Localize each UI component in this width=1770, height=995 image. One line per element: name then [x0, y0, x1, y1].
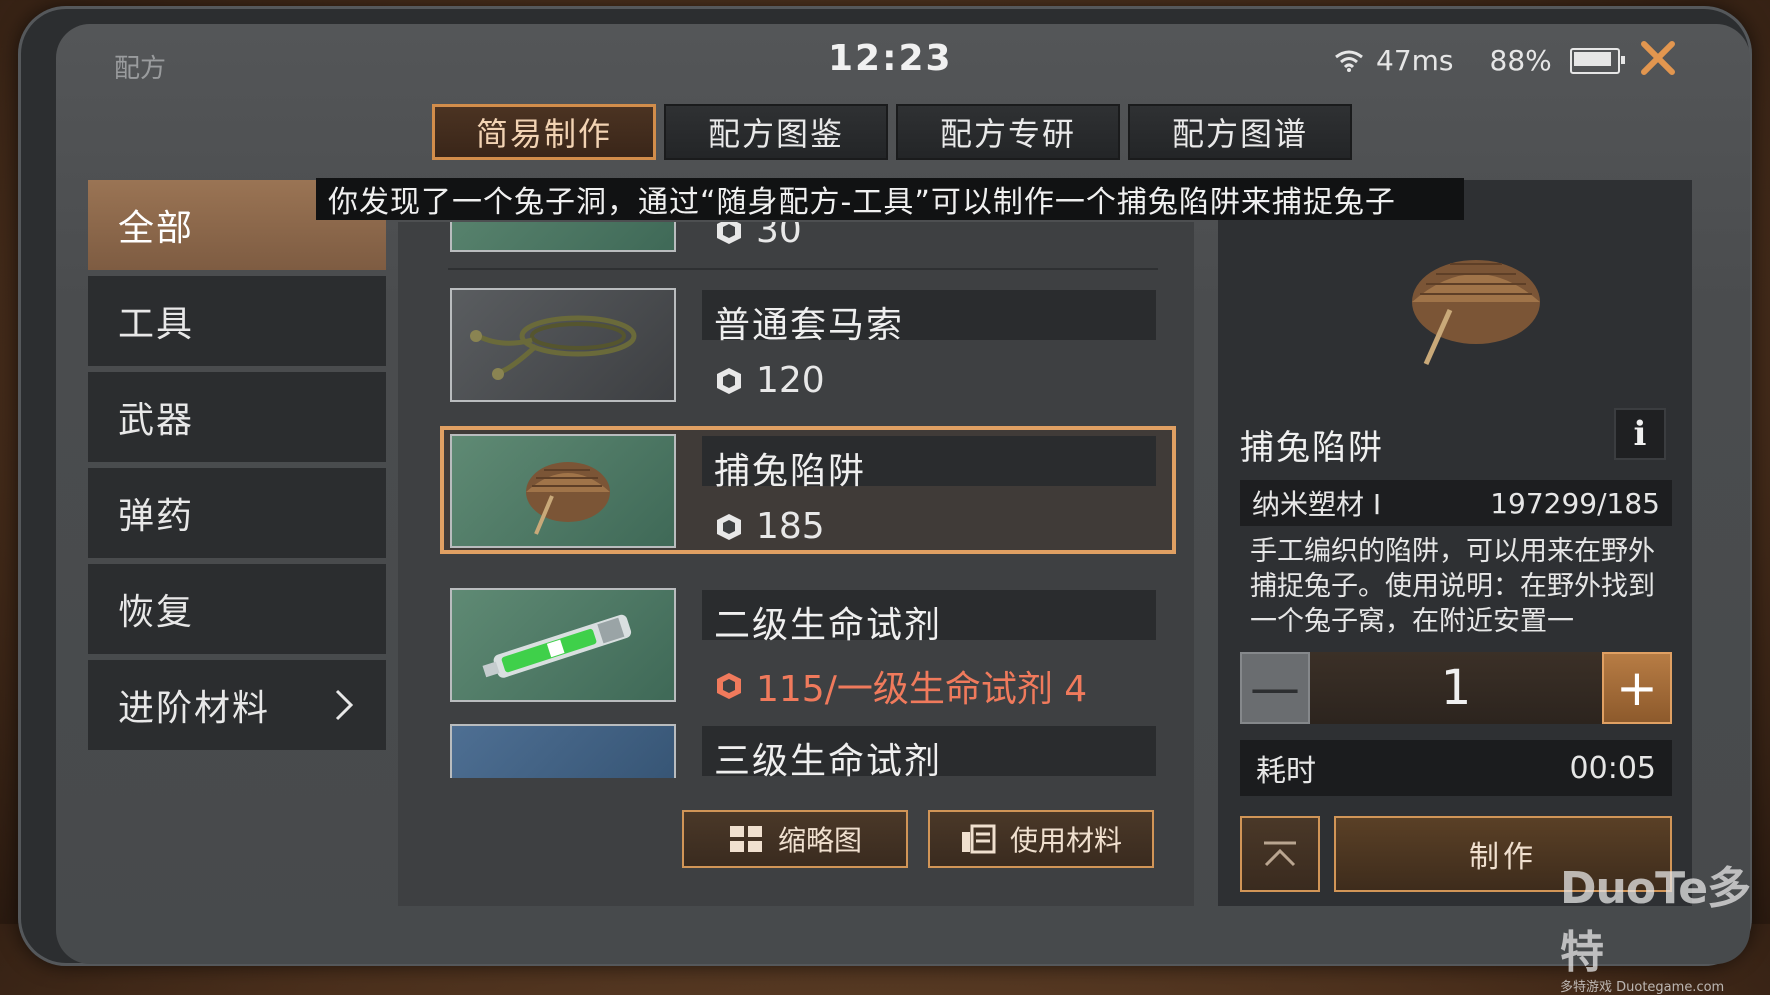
status-bar: 47ms 88% — [1334, 44, 1625, 77]
category-weapons[interactable]: 武器 — [88, 372, 386, 462]
item-cost-value: 115/一级生命试剂 4 — [756, 669, 1088, 710]
category-label: 全部 — [118, 208, 195, 249]
battery-text: 88% — [1489, 44, 1552, 77]
category-label: 进阶材料 — [118, 688, 271, 729]
battery-icon — [1569, 47, 1625, 74]
time-value: 00:05 — [1569, 750, 1656, 786]
life-serum-icon — [482, 614, 632, 678]
chevron-right-icon — [335, 689, 354, 721]
rabbit-trap-preview-icon — [1380, 240, 1560, 370]
list-item[interactable]: 30 — [440, 222, 1180, 258]
item-thumbnail — [450, 588, 676, 702]
item-thumbnail — [450, 288, 676, 402]
wifi-icon — [1334, 49, 1364, 73]
cube-currency-icon — [717, 673, 741, 699]
watermark-brand: DuoTe多特 — [1560, 863, 1751, 978]
increase-button[interactable]: + — [1602, 652, 1672, 724]
list-item[interactable]: 三级生命试剂 — [440, 716, 1180, 778]
divider — [448, 268, 1158, 270]
materials-list-icon — [961, 824, 996, 854]
info-icon[interactable]: i — [1614, 408, 1666, 460]
item-cost: 185 — [714, 506, 825, 547]
cube-currency-icon — [717, 367, 741, 394]
collapse-button[interactable] — [1240, 816, 1320, 892]
use-materials-label: 使用材料 — [1009, 824, 1122, 857]
item-cost: 115/一级生命试剂 4 — [714, 660, 1087, 712]
material-name: 纳米塑材 I — [1252, 488, 1382, 521]
list-item-selected[interactable]: 捕兔陷阱 185 — [440, 426, 1180, 554]
list-item[interactable]: 普通套马索 120 — [440, 280, 1180, 408]
detail-item-name: 捕兔陷阱 — [1240, 428, 1384, 468]
list-item[interactable]: 二级生命试剂 115/一级生命试剂 4 — [440, 580, 1180, 710]
lasso-icon — [470, 315, 637, 380]
item-cost-value: 185 — [756, 506, 825, 547]
tab-recipe-research[interactable]: 配方专研 — [896, 104, 1120, 160]
item-name: 三级生命试剂 — [714, 741, 943, 778]
clock: 12:23 — [828, 38, 953, 79]
category-label: 武器 — [118, 400, 195, 441]
cube-currency-icon — [717, 513, 741, 540]
item-name: 捕兔陷阱 — [714, 451, 867, 492]
category-label: 恢复 — [118, 592, 195, 633]
watermark-site: 多特游戏 Duotegame.com — [1560, 980, 1725, 995]
quantity-value[interactable]: 1 — [1310, 652, 1602, 724]
grid-icon — [729, 826, 762, 852]
recipe-list[interactable]: 30 普通套马索 120 捕兔陷阱 185 二级生命试剂 115/一级生命试剂 … — [440, 222, 1180, 778]
thumbnail-label: 缩略图 — [777, 824, 862, 857]
craft-time-row: 耗时 00:05 — [1240, 740, 1672, 796]
ping-text: 47ms — [1376, 44, 1454, 77]
item-description: 手工编织的陷阱，可以用来在野外捕捉兔子。使用说明：在野外找到一个兔子窝，在附近安… — [1250, 536, 1655, 637]
item-name: 普通套马索 — [714, 305, 905, 346]
item-cost: 30 — [714, 222, 802, 251]
tab-recipe-catalog[interactable]: 配方图鉴 — [664, 104, 888, 160]
item-name: 二级生命试剂 — [714, 605, 943, 646]
thumbnail-view-button[interactable]: 缩略图 — [682, 810, 908, 868]
item-thumbnail — [450, 724, 676, 778]
item-thumbnail — [450, 434, 676, 548]
use-materials-button[interactable]: 使用材料 — [928, 810, 1154, 868]
close-icon[interactable] — [1638, 38, 1678, 78]
category-list: 全部 工具 武器 弹药 恢复 进阶材料 — [88, 180, 386, 756]
collapse-up-icon — [1264, 841, 1296, 867]
recipe-tabs: 简易制作 配方图鉴 配方专研 配方图谱 — [432, 104, 1352, 160]
tab-simple-craft[interactable]: 简易制作 — [432, 104, 656, 160]
hint-tooltip: 你发现了一个兔子洞，通过“随身配方-工具”可以制作一个捕兔陷阱来捕捉兔子 — [316, 178, 1464, 220]
category-ammo[interactable]: 弹药 — [88, 468, 386, 558]
category-tools[interactable]: 工具 — [88, 276, 386, 366]
category-advanced-materials[interactable]: 进阶材料 — [88, 660, 386, 750]
quantity-stepper: — 1 + — [1240, 652, 1672, 724]
tab-recipe-chart[interactable]: 配方图谱 — [1128, 104, 1352, 160]
cube-currency-icon — [717, 222, 741, 244]
category-recovery[interactable]: 恢复 — [88, 564, 386, 654]
item-thumbnail — [450, 222, 676, 252]
screen-title: 配方 — [114, 54, 167, 84]
category-label: 弹药 — [118, 496, 195, 537]
battery-fill — [1573, 51, 1611, 66]
material-requirement-row: 纳米塑材 I 197299/185 — [1240, 480, 1672, 526]
item-cost: 120 — [714, 360, 825, 401]
time-label: 耗时 — [1256, 754, 1316, 789]
rabbit-trap-icon — [526, 462, 610, 535]
material-count: 197299/185 — [1490, 486, 1660, 520]
item-cost-value: 30 — [756, 222, 802, 251]
item-cost-value: 120 — [756, 360, 825, 401]
category-label: 工具 — [118, 304, 195, 345]
decrease-button[interactable]: — — [1240, 652, 1310, 724]
